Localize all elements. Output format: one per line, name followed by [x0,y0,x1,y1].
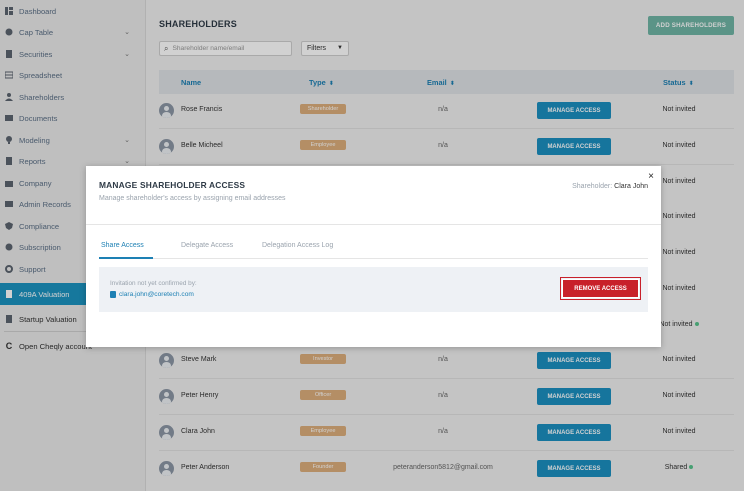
modal-divider [86,224,661,225]
invitation-panel: Invitation not yet confirmed by: clara.j… [99,267,648,312]
invitation-email-text: clara.john@coretech.com [119,291,194,298]
manage-access-modal: × MANAGE SHAREHOLDER ACCESS Manage share… [86,166,661,347]
invitation-label: Invitation not yet confirmed by: [110,280,197,287]
tab-share-access[interactable]: Share Access [101,242,144,249]
modal-title: MANAGE SHAREHOLDER ACCESS [99,180,246,190]
remove-access-button[interactable]: REMOVE ACCESS [560,277,641,300]
shareholder-label: Shareholder: [572,183,613,190]
tab-delegate-access[interactable]: Delegate Access [181,242,233,249]
tab-delegation-access-log[interactable]: Delegation Access Log [262,242,333,249]
modal-subtitle: Manage shareholder's access by assigning… [99,195,286,202]
invitation-email: clara.john@coretech.com [110,291,194,298]
shareholder-name: Clara John [614,183,648,190]
modal-shareholder: Shareholder: Clara John [572,183,648,190]
document-icon [110,291,116,298]
tabs-divider [99,258,648,259]
close-icon[interactable]: × [648,171,654,182]
active-tab-indicator [99,257,153,259]
